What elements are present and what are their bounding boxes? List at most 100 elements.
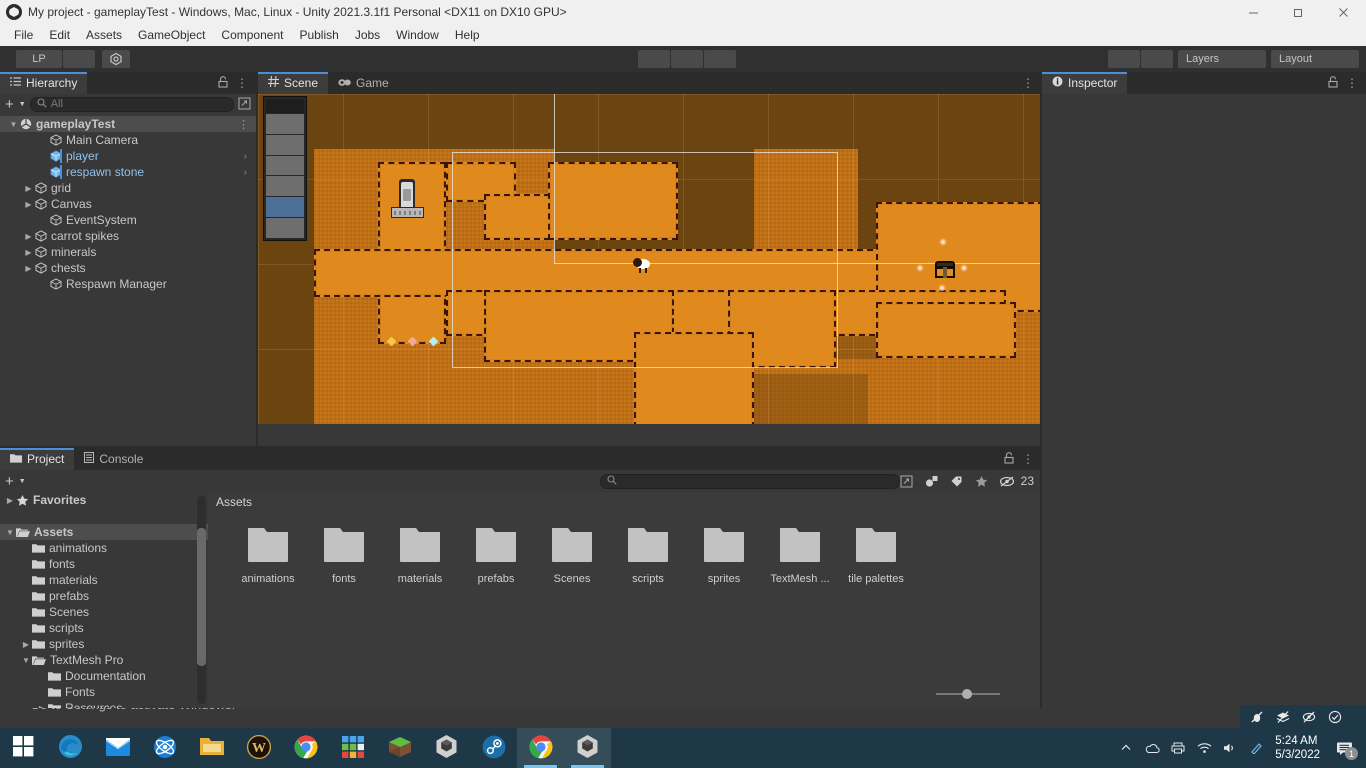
tab-project[interactable]: Project bbox=[0, 448, 75, 470]
layers-dropdown[interactable]: Layers bbox=[1178, 50, 1266, 68]
hierarchy-item-canvas[interactable]: ▶ Canvas bbox=[0, 196, 256, 212]
taskbar-mail[interactable] bbox=[94, 728, 141, 768]
respawn-stone-sprite[interactable] bbox=[391, 179, 425, 219]
lock-icon[interactable] bbox=[1328, 75, 1338, 91]
panel-splitter[interactable] bbox=[0, 446, 1042, 448]
start-button[interactable] bbox=[0, 728, 47, 768]
filter-by-type-icon[interactable] bbox=[921, 473, 943, 490]
asset-item[interactable]: Scenes bbox=[534, 526, 610, 585]
expand-arrow[interactable]: ▼ bbox=[20, 656, 32, 665]
project-tree-item-documentation[interactable]: Documentation bbox=[0, 668, 208, 684]
tray-volume-icon[interactable] bbox=[1217, 728, 1243, 768]
hierarchy-item-respawn-manager[interactable]: Respawn Manager bbox=[0, 276, 256, 292]
expand-arrow[interactable]: ▶ bbox=[23, 232, 34, 241]
inspector-menu-icon[interactable]: ⋮ bbox=[1346, 76, 1358, 90]
hierarchy-item-respawn-stone[interactable]: respawn stone › bbox=[0, 164, 256, 180]
taskbar-edge[interactable] bbox=[47, 728, 94, 768]
menu-assets[interactable]: Assets bbox=[78, 26, 130, 44]
prefab-open-chevron[interactable]: › bbox=[244, 151, 256, 162]
expand-arrow[interactable]: ▼ bbox=[8, 120, 19, 129]
taskbar-unity-editor[interactable] bbox=[564, 728, 611, 768]
expand-arrow[interactable]: ▶ bbox=[23, 248, 34, 257]
asset-item[interactable]: fonts bbox=[306, 526, 382, 585]
expand-arrow[interactable]: ▶ bbox=[23, 264, 34, 273]
project-tree-item-animations[interactable]: animations bbox=[0, 540, 208, 556]
menu-publish[interactable]: Publish bbox=[291, 26, 346, 44]
close-button[interactable] bbox=[1321, 0, 1366, 24]
maximize-button[interactable] bbox=[1276, 0, 1321, 24]
hidden-packages-icon[interactable] bbox=[996, 473, 1018, 490]
services-button[interactable] bbox=[63, 50, 95, 68]
asset-item[interactable]: scripts bbox=[610, 526, 686, 585]
chevron-down-icon[interactable]: ▼ bbox=[19, 101, 26, 108]
project-tree-scrollbar[interactable] bbox=[197, 496, 206, 704]
prefab-open-chevron[interactable]: › bbox=[244, 167, 256, 178]
asset-item[interactable]: TextMesh ... bbox=[762, 526, 838, 585]
hierarchy-expand-icon[interactable] bbox=[238, 97, 252, 111]
project-tree-item-favorites[interactable]: ▶ Favorites bbox=[0, 492, 208, 508]
tile-palette-overlay[interactable] bbox=[263, 96, 307, 241]
tab-inspector[interactable]: Inspector bbox=[1042, 72, 1128, 94]
player-sprite[interactable] bbox=[633, 258, 653, 274]
icon-size-slider[interactable] bbox=[936, 689, 1000, 699]
project-tree-item-sprites[interactable]: ▶ sprites bbox=[0, 636, 208, 652]
menu-file[interactable]: File bbox=[6, 26, 41, 44]
hierarchy-item-carrot-spikes[interactable]: ▶ carrot spikes bbox=[0, 228, 256, 244]
hierarchy-add-button[interactable]: + bbox=[4, 97, 15, 112]
taskbar-unity-hub[interactable] bbox=[423, 728, 470, 768]
expand-arrow[interactable]: ▶ bbox=[20, 640, 32, 649]
tile-palette-cell[interactable] bbox=[266, 134, 304, 155]
account-button[interactable]: LP bbox=[16, 50, 62, 68]
taskbar-wow[interactable]: W bbox=[235, 728, 282, 768]
chevron-down-icon[interactable]: ▼ bbox=[19, 478, 26, 485]
overflow-check-icon[interactable] bbox=[1322, 697, 1348, 737]
hierarchy-item-main-camera[interactable]: Main Camera bbox=[0, 132, 256, 148]
search-toolbar-button[interactable] bbox=[1108, 50, 1140, 68]
tab-scene[interactable]: Scene bbox=[258, 72, 329, 94]
menu-window[interactable]: Window bbox=[388, 26, 447, 44]
tab-game[interactable]: Game bbox=[328, 72, 399, 94]
layout-dropdown[interactable]: Layout bbox=[1271, 50, 1359, 68]
tile-palette-cell[interactable] bbox=[266, 176, 304, 197]
menu-help[interactable]: Help bbox=[447, 26, 488, 44]
expand-arrow[interactable]: ▶ bbox=[36, 704, 48, 709]
project-menu-icon[interactable]: ⋮ bbox=[1022, 452, 1034, 466]
lock-icon[interactable] bbox=[1004, 451, 1014, 467]
asset-item[interactable]: sprites bbox=[686, 526, 762, 585]
project-search-input[interactable] bbox=[600, 473, 900, 489]
favorites-star-icon[interactable] bbox=[971, 473, 993, 490]
expand-arrow[interactable]: ▶ bbox=[4, 496, 16, 505]
asset-item[interactable]: animations bbox=[230, 526, 306, 585]
project-tree-item-resources[interactable]: ▶ Resources bbox=[0, 700, 208, 708]
menu-edit[interactable]: Edit bbox=[41, 26, 78, 44]
overflow-bug-icon[interactable] bbox=[1244, 697, 1270, 737]
project-tree-item-fonts[interactable]: fonts bbox=[0, 556, 208, 572]
step-button[interactable] bbox=[704, 50, 736, 68]
asset-item[interactable]: tile palettes bbox=[838, 526, 914, 585]
hierarchy-item-minerals[interactable]: ▶ minerals bbox=[0, 244, 256, 260]
project-tree-item-textmesh-pro[interactable]: ▼ TextMesh Pro bbox=[0, 652, 208, 668]
collab-icon[interactable] bbox=[102, 50, 130, 68]
taskbar-minecraft[interactable] bbox=[376, 728, 423, 768]
tile-palette-cell[interactable] bbox=[266, 218, 304, 238]
tray-network-icon[interactable] bbox=[1191, 728, 1217, 768]
scene-row-menu-icon[interactable]: ⋮ bbox=[238, 118, 256, 131]
tab-hierarchy[interactable]: Hierarchy bbox=[0, 72, 88, 94]
hierarchy-item-player[interactable]: player › bbox=[0, 148, 256, 164]
expand-arrow[interactable]: ▶ bbox=[23, 184, 34, 193]
taskbar-app4[interactable] bbox=[141, 728, 188, 768]
menu-jobs[interactable]: Jobs bbox=[347, 26, 388, 44]
cloud-button[interactable] bbox=[1141, 50, 1173, 68]
hierarchy-menu-icon[interactable]: ⋮ bbox=[236, 76, 248, 90]
taskbar-store[interactable] bbox=[329, 728, 376, 768]
project-tree-item-scripts[interactable]: scripts bbox=[0, 620, 208, 636]
taskbar-clock[interactable]: 5:24 AM 5/3/2022 bbox=[1269, 734, 1328, 762]
hierarchy-item-eventsystem[interactable]: EventSystem bbox=[0, 212, 256, 228]
hierarchy-item-chests[interactable]: ▶ chests bbox=[0, 260, 256, 276]
slider-knob[interactable] bbox=[962, 689, 972, 699]
project-tree-item-materials[interactable]: materials bbox=[0, 572, 208, 588]
tray-onedrive-icon[interactable] bbox=[1139, 728, 1165, 768]
asset-item[interactable]: prefabs bbox=[458, 526, 534, 585]
chest-sprite[interactable] bbox=[935, 261, 955, 278]
tile-palette-cell[interactable] bbox=[266, 155, 304, 176]
